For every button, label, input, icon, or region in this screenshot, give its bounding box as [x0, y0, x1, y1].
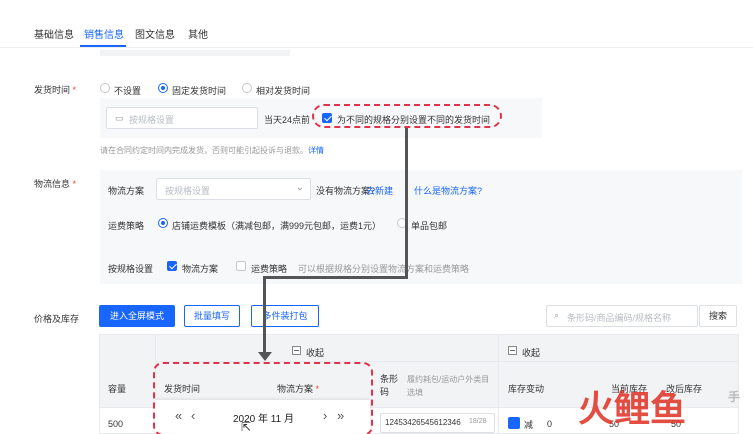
th-stock-change: 库存变动 [508, 384, 545, 394]
tab-rich-content[interactable]: 图文信息 [135, 26, 175, 41]
active-tab-indicator [80, 45, 126, 47]
delivery-time-label: 发货时间 * [34, 85, 77, 95]
watermark-logo: 火鲤鱼 [578, 388, 687, 430]
collapse-icon[interactable] [508, 346, 517, 355]
delivery-hint: 请在合同约定时间内完成发货，否则可能引起投诉与退款。详情 [100, 146, 324, 155]
radio-free-shipping-label: 单品包邮 [411, 221, 448, 231]
search-button[interactable]: 搜索 [699, 305, 737, 327]
by-spec-fee-checkbox[interactable] [236, 261, 246, 271]
radio-shop-fee-template-label: 店铺运费模板（满减包邮，满999元包邮，运费1元） [172, 221, 382, 231]
radio-fixed-time-label: 固定发货时间 [172, 86, 227, 96]
stock-change-value[interactable]: 0 [547, 419, 552, 429]
logistics-plan-select[interactable]: 按规格设置 ⌄ [156, 178, 311, 200]
delivery-hint-link[interactable]: 详情 [308, 146, 324, 155]
th-barcode-note: 履约耗包/运动户外类目选填 [407, 375, 490, 397]
radio-no-setting-label: 不设置 [114, 86, 142, 96]
watermark-suffix: 手 [728, 390, 741, 404]
radio-no-setting[interactable] [100, 83, 110, 93]
stock-change-mode[interactable]: 减 [524, 418, 533, 431]
logistics-label: 物流信息 * [34, 179, 77, 189]
what-is-plan-link[interactable]: 什么是物流方案? [414, 184, 482, 197]
search-icon: ⌕ [554, 310, 560, 320]
collapse-group-2[interactable]: 收起 [522, 346, 540, 359]
radio-relative-time-label: 相对发货时间 [256, 86, 311, 96]
logistics-plan-label: 物流方案 [108, 186, 145, 196]
tab-bar: 基础信息 销售信息 图文信息 其他 [0, 0, 753, 48]
price-stock-label: 价格及库存 [34, 314, 80, 324]
calendar-icon: ▭ [115, 113, 124, 123]
collapse-icon[interactable] [292, 346, 301, 355]
by-spec-plan-checkbox[interactable] [167, 261, 177, 271]
arrow-head-icon [258, 352, 272, 361]
delivery-time-input[interactable]: ▭ 按规格设置 [106, 107, 258, 129]
radio-relative-time[interactable] [242, 83, 252, 93]
multi-pack-button[interactable]: 多件装打包 [251, 305, 319, 327]
chevron-down-icon: ⌄ [295, 182, 304, 193]
barcode-input[interactable]: 12453426545612346 18/28 [380, 413, 495, 433]
by-spec-fee-label: 运费策略 [251, 264, 288, 274]
radio-shop-fee-template[interactable] [158, 218, 168, 228]
stock-change-toggle[interactable] [508, 417, 520, 429]
divider-bar [100, 50, 290, 56]
create-plan-link[interactable]: 去新建 [366, 184, 393, 197]
by-spec-hint: 可以根据规格分别设置物流方案和运费策略 [298, 264, 470, 274]
cell-capacity: 500 [108, 419, 124, 429]
annotation-arrow-down [263, 276, 266, 356]
batch-fill-button[interactable]: 批量填写 [184, 305, 240, 327]
by-spec-plan-label: 物流方案 [182, 264, 219, 274]
spec-search-input[interactable]: ⌕ 条形码/商品编码/规格名称 [546, 305, 698, 327]
annotation-arrow-vertical [405, 128, 408, 278]
annotation-highlight-columns [153, 362, 373, 434]
annotation-highlight-checkbox [312, 104, 502, 128]
delivery-suffix: 当天24点前 [264, 115, 311, 125]
tab-other[interactable]: 其他 [188, 26, 208, 41]
tab-basic-info[interactable]: 基础信息 [34, 26, 74, 41]
fee-policy-label: 运费策略 [108, 221, 145, 231]
tab-sales-info[interactable]: 销售信息 [84, 26, 124, 41]
th-capacity: 容量 [108, 384, 127, 394]
collapse-group-1[interactable]: 收起 [306, 346, 324, 359]
th-barcode: 条形码 [380, 374, 399, 397]
by-spec-label: 按规格设置 [108, 264, 154, 274]
radio-fixed-time[interactable] [158, 83, 168, 93]
fullscreen-button[interactable]: 进入全屏模式 [99, 305, 175, 327]
annotation-arrow-horizontal [263, 276, 408, 279]
